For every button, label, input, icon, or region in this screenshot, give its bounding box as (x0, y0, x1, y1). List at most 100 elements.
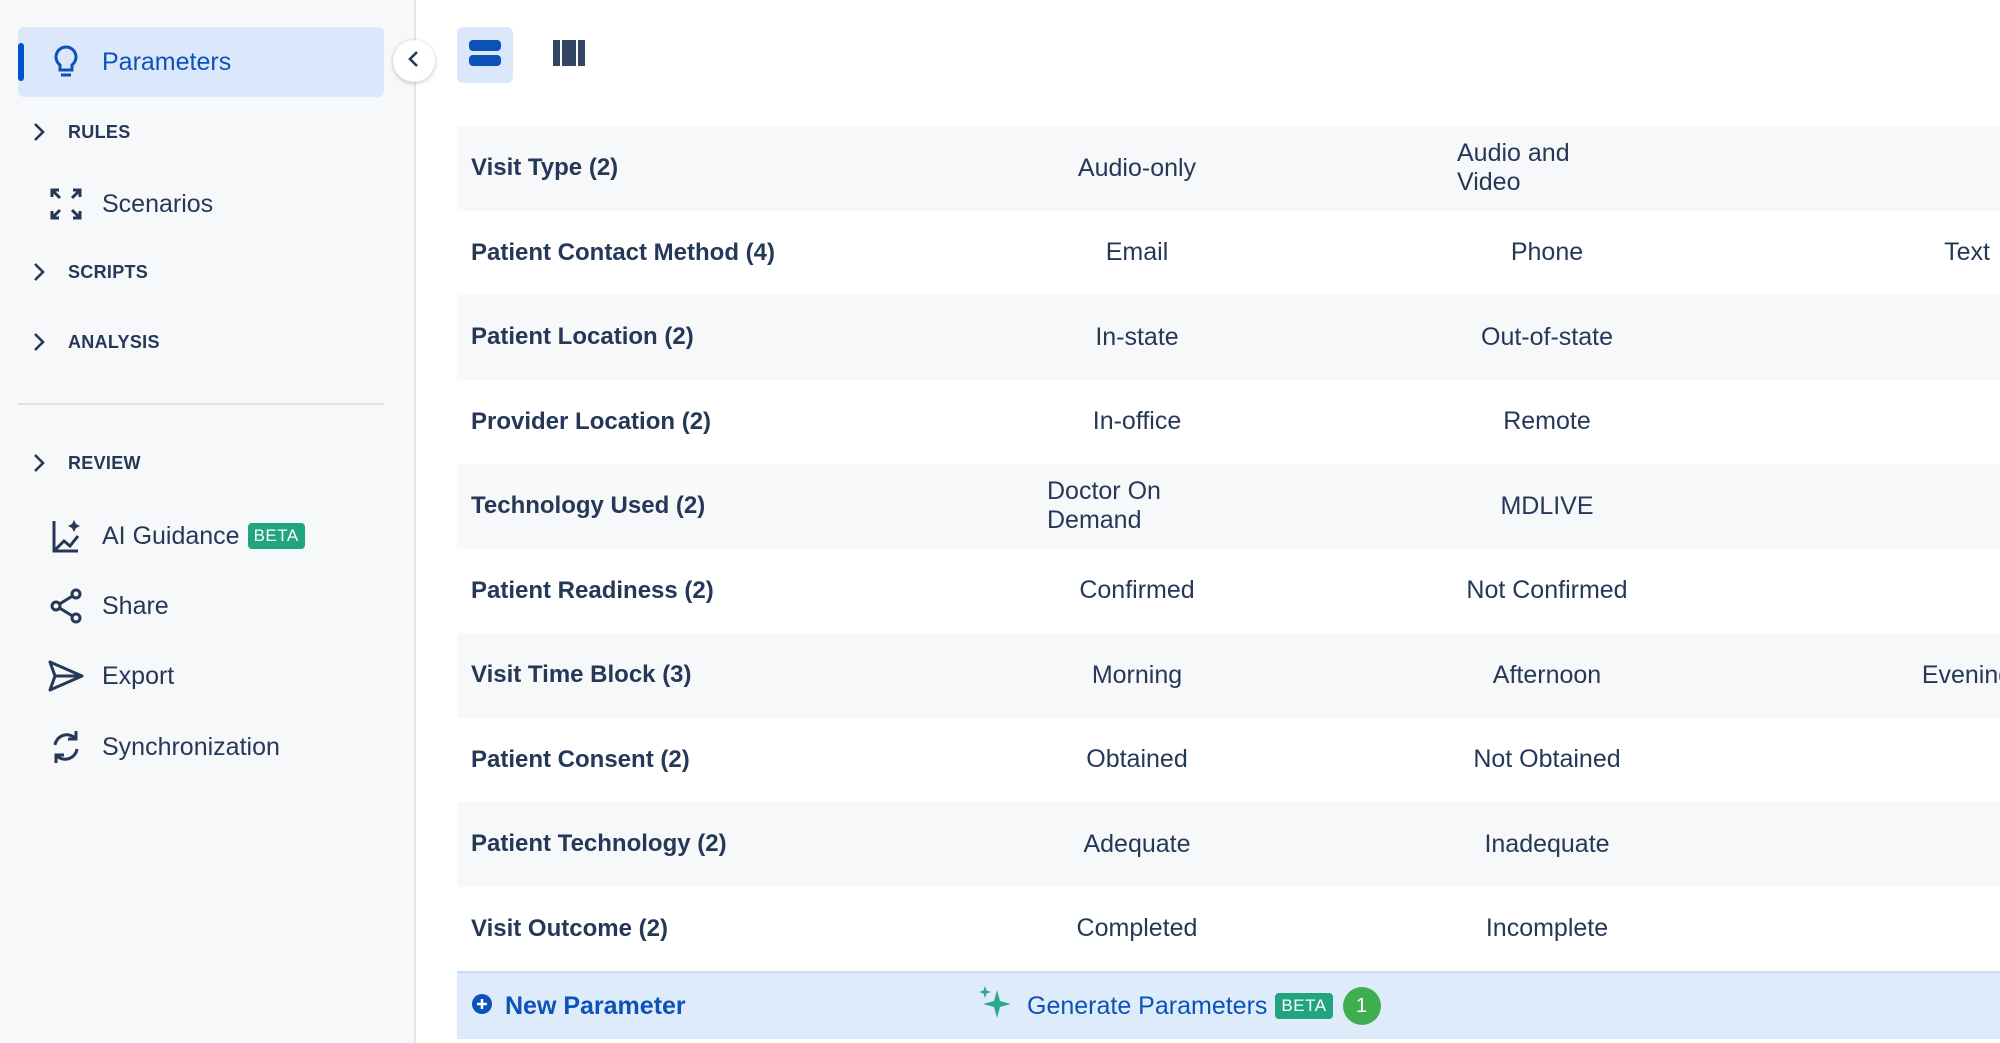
sparkle-icon (977, 984, 1015, 1029)
beta-badge: BETA (1275, 993, 1333, 1019)
parameter-value[interactable]: Inadequate (1457, 802, 1637, 887)
active-indicator (18, 43, 24, 81)
share-icon (44, 586, 88, 626)
parameter-value[interactable]: Morning (1047, 633, 1227, 718)
table-row[interactable]: Visit Time Block (3) Morning Afternoon Even… (457, 633, 2000, 718)
parameters-table: Visit Type (2) Audio-only Audio and Video P… (457, 126, 2000, 971)
sidebar-item-parameters-content[interactable]: Parameters (44, 42, 231, 82)
chevron-right-icon (26, 121, 52, 143)
parameter-value[interactable] (1877, 802, 2000, 887)
new-parameter-button[interactable]: New Parameter (471, 973, 686, 1039)
column-view-button[interactable] (541, 27, 597, 83)
sidebar-item-label: Scenarios (102, 189, 214, 218)
list-view-icon (468, 38, 502, 73)
sidebar-item-label: AI Guidance (102, 521, 240, 550)
lightbulb-icon (44, 42, 88, 82)
parameter-value[interactable] (1877, 380, 2000, 465)
chevron-right-icon (26, 331, 52, 353)
sidebar-section-analysis[interactable]: ANALYSIS (26, 324, 160, 360)
parameter-name: Patient Contact Method (4) (471, 238, 775, 266)
parameter-value[interactable] (1877, 464, 2000, 549)
sidebar-item-label: Parameters (102, 47, 232, 76)
parameters-footer: New Parameter Generate Parameters BETA 1 (457, 971, 2000, 1039)
parameter-value[interactable]: MDLIVE (1457, 464, 1637, 549)
parameter-value[interactable]: Completed (1047, 887, 1227, 972)
sidebar-section-label: REVIEW (68, 452, 141, 473)
parameter-value[interactable]: Incomplete (1457, 887, 1637, 972)
parameter-value[interactable]: Audio-only (1047, 126, 1227, 211)
parameter-name: Provider Location (2) (471, 407, 712, 435)
table-row[interactable]: Technology Used (2) Doctor On Demand MDLIV… (457, 464, 2000, 549)
table-row[interactable]: Patient Readiness (2) Confirmed Not Confir… (457, 549, 2000, 634)
generate-parameters-label: Generate Parameters (1027, 991, 1268, 1020)
sidebar-section-review[interactable]: REVIEW (26, 445, 141, 481)
collapse-sidebar-button[interactable] (393, 40, 435, 82)
table-row[interactable]: Patient Consent (2) Obtained Not Obtained (457, 718, 2000, 803)
parameter-value[interactable] (1877, 718, 2000, 803)
parameter-name: Visit Outcome (2) (471, 914, 668, 942)
parameter-name: Technology Used (2) (471, 492, 706, 520)
sidebar-item-label: Share (102, 591, 169, 620)
parameter-value[interactable]: Email (1047, 211, 1227, 296)
sidebar-item-label: Export (102, 661, 175, 690)
parameter-value[interactable]: Evening (1877, 633, 2000, 718)
sidebar-section-rules[interactable]: RULES (26, 114, 131, 150)
sidebar-section-label: SCRIPTS (68, 261, 149, 282)
parameter-value[interactable]: Not Obtained (1457, 718, 1637, 803)
chevron-right-icon (26, 261, 52, 283)
expand-arrows-icon (44, 184, 88, 224)
parameter-value[interactable] (1877, 887, 2000, 972)
parameter-value[interactable]: Obtained (1047, 718, 1227, 803)
count-badge: 1 (1342, 987, 1381, 1025)
sidebar-divider (18, 403, 384, 405)
sidebar-item-share[interactable]: Share (44, 586, 169, 626)
parameter-value[interactable]: Out-of-state (1457, 295, 1637, 380)
sidebar-item-label: Synchronization (102, 732, 280, 761)
column-view-icon (552, 38, 586, 73)
sidebar-item-scenarios[interactable]: Scenarios (44, 184, 213, 224)
sidebar-item-ai-guidance[interactable]: AI Guidance BETA (44, 516, 305, 556)
sidebar-section-label: ANALYSIS (68, 331, 160, 352)
parameter-value[interactable]: In-office (1047, 380, 1227, 465)
parameter-name: Patient Technology (2) (471, 830, 727, 858)
ai-guidance-icon (44, 516, 88, 556)
parameter-value[interactable]: Text (1877, 211, 2000, 296)
list-view-button[interactable] (457, 27, 513, 83)
parameter-value[interactable]: Phone (1457, 211, 1637, 296)
parameter-name: Patient Readiness (2) (471, 576, 714, 604)
table-row[interactable]: Patient Contact Method (4) Email Phone Text (457, 211, 2000, 296)
parameter-name: Patient Consent (2) (471, 745, 690, 773)
send-icon (44, 656, 88, 696)
parameter-value[interactable]: Adequate (1047, 802, 1227, 887)
sidebar-section-scripts[interactable]: SCRIPTS (26, 254, 148, 290)
parameter-name: Visit Type (2) (471, 154, 619, 182)
parameter-name: Patient Location (2) (471, 323, 694, 351)
sync-icon (44, 727, 88, 767)
parameter-value[interactable] (1877, 295, 2000, 380)
table-row[interactable]: Patient Technology (2) Adequate Inadequate (457, 802, 2000, 887)
chevron-left-icon (407, 49, 421, 74)
parameter-value[interactable]: Not Confirmed (1457, 549, 1637, 634)
parameter-value[interactable]: Confirmed (1047, 549, 1227, 634)
sidebar: Parameters RULES Scenarios SCRIPTS ANALY… (0, 0, 416, 1043)
parameter-name: Visit Time Block (3) (471, 661, 692, 689)
parameter-value[interactable]: Doctor On Demand (1047, 464, 1227, 549)
parameter-value[interactable]: Remote (1457, 380, 1637, 465)
sidebar-item-export[interactable]: Export (44, 656, 174, 696)
chevron-right-icon (26, 452, 52, 474)
generate-parameters-button[interactable]: Generate Parameters BETA 1 (977, 973, 1381, 1039)
table-row[interactable]: Patient Location (2) In-state Out-of-state (457, 295, 2000, 380)
table-row[interactable]: Visit Type (2) Audio-only Audio and Video (457, 126, 2000, 211)
beta-badge: BETA (247, 523, 305, 549)
new-parameter-label: New Parameter (505, 991, 686, 1020)
parameter-value[interactable] (1877, 126, 2000, 211)
parameter-value[interactable] (1877, 549, 2000, 634)
table-row[interactable]: Visit Outcome (2) Completed Incomplete (457, 887, 2000, 972)
sidebar-item-synchronization[interactable]: Synchronization (44, 727, 280, 767)
parameter-value[interactable]: Audio and Video (1457, 126, 1637, 211)
plus-circle-icon (471, 993, 493, 1020)
table-row[interactable]: Provider Location (2) In-office Remote (457, 380, 2000, 465)
sidebar-section-label: RULES (68, 121, 131, 142)
parameter-value[interactable]: Afternoon (1457, 633, 1637, 718)
parameter-value[interactable]: In-state (1047, 295, 1227, 380)
